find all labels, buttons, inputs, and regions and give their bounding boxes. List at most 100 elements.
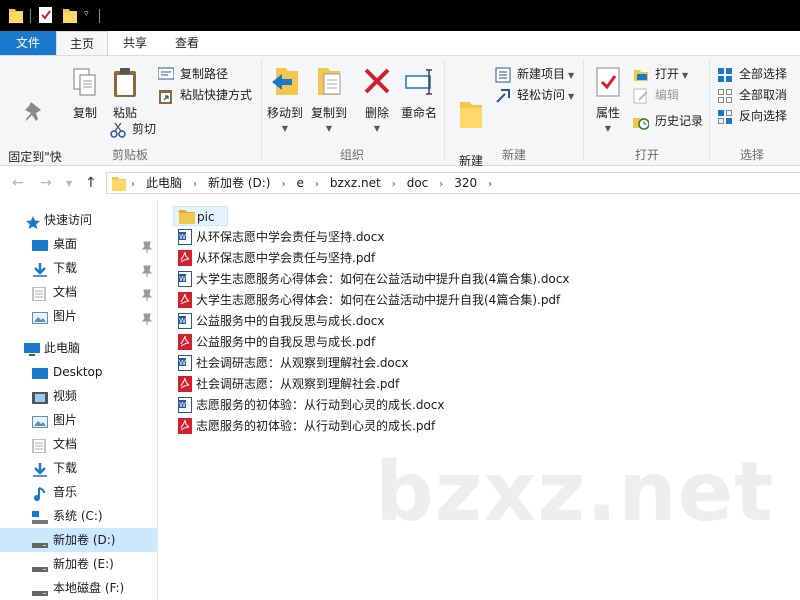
paste-button[interactable]: 粘贴 — [108, 68, 142, 121]
nav-label: 快速访问 — [44, 213, 93, 227]
forward-arrow-icon[interactable]: → — [40, 175, 52, 191]
file-name: 志愿服务的初体验：从行动到心灵的成长.docx — [196, 398, 445, 412]
breadcrumb-item[interactable]: 320 — [454, 173, 477, 193]
properties-icon[interactable] — [39, 7, 53, 26]
separator — [30, 9, 31, 23]
nav-pictures-pc[interactable]: 图片 — [0, 408, 157, 432]
nav-downloads[interactable]: 下载 — [0, 256, 157, 280]
breadcrumb-item[interactable]: e — [296, 173, 303, 193]
invert-selection-button[interactable]: 反向选择 — [717, 106, 787, 126]
copy-to-icon — [308, 66, 350, 102]
select-all-button[interactable]: 全部选择 — [717, 64, 787, 84]
nav-quick-access[interactable]: 快速访问 — [0, 208, 157, 232]
list-item-file[interactable]: W 志愿服务的初体验：从行动到心灵的成长.docx — [173, 395, 444, 415]
list-item-file[interactable]: 从环保志愿中学会责任与坚持.pdf — [173, 248, 375, 268]
copy-button[interactable]: 复制 — [68, 68, 102, 121]
breadcrumb: › 此电脑 › 新加卷 (D:) › e › bzxz.net › doc › 320 › — [131, 173, 503, 193]
breadcrumb-item[interactable]: 新加卷 (D:) — [208, 173, 270, 193]
nav-desktop[interactable]: 桌面 — [0, 232, 157, 256]
chevron-right-icon[interactable]: › — [193, 175, 197, 195]
file-name: pic — [197, 210, 215, 224]
open-button[interactable]: 打开 ▼ — [633, 64, 688, 84]
chevron-right-icon[interactable]: › — [439, 175, 443, 195]
nav-this-pc[interactable]: 此电脑 — [0, 336, 157, 360]
list-item-file[interactable]: W 公益服务中的自我反思与成长.docx — [173, 311, 384, 331]
back-arrow-icon[interactable]: ← — [12, 175, 24, 191]
edit-button[interactable]: 编辑 — [633, 85, 679, 105]
select-none-label: 全部取消 — [739, 88, 788, 102]
nav-label: 图片 — [53, 309, 78, 323]
new-folder-icon[interactable] — [63, 7, 77, 26]
group-label-organize: 组织 — [339, 148, 364, 162]
select-none-button[interactable]: 全部取消 — [717, 85, 787, 105]
group-label-new: 新建 — [501, 148, 526, 162]
file-name: 大学生志愿服务心得体会：如何在公益活动中提升自我(4篇合集).docx — [196, 272, 570, 286]
nav-videos[interactable]: 视频 — [0, 384, 157, 408]
pin-quick-access-button[interactable]: 固定到"快 速访问" — [4, 68, 66, 181]
chevron-right-icon[interactable]: › — [488, 175, 492, 195]
chevron-right-icon[interactable]: › — [281, 175, 285, 195]
history-button[interactable]: 历史记录 — [633, 111, 703, 131]
tab-share[interactable]: 共享 — [110, 31, 160, 56]
breadcrumb-item[interactable]: bzxz.net — [330, 173, 381, 193]
breadcrumb-item[interactable]: doc — [407, 173, 429, 193]
copy-path-button[interactable]: 复制路径 — [157, 64, 228, 84]
group-separator — [261, 60, 262, 160]
svg-text:W: W — [179, 401, 186, 409]
nav-label: 文档 — [53, 437, 78, 451]
delete-label: 删除 — [364, 106, 389, 120]
copy-to-button[interactable]: 复制到 ▼ — [308, 66, 350, 137]
move-to-button[interactable]: 移动到 ▼ — [264, 66, 306, 137]
nav-drive-d[interactable]: 新加卷 (D:) — [0, 528, 157, 552]
nav-pictures[interactable]: 图片 — [0, 304, 157, 328]
svg-text:W: W — [179, 233, 186, 241]
move-to-icon — [264, 66, 306, 102]
chevron-right-icon: › — [131, 179, 135, 190]
nav-label: 桌面 — [53, 237, 78, 251]
chevron-right-icon[interactable]: › — [315, 175, 319, 195]
chevron-down-icon: ▼ — [568, 71, 575, 80]
nav-documents[interactable]: 文档 — [0, 280, 157, 304]
breadcrumb-item[interactable]: 此电脑 — [146, 173, 182, 193]
rename-button[interactable]: 重命名 — [398, 66, 440, 121]
customize-toolbar-icon[interactable]: ▿ — [84, 9, 89, 19]
nav-documents-pc[interactable]: 文档 — [0, 432, 157, 456]
address-bar[interactable]: › 此电脑 › 新加卷 (D:) › e › bzxz.net › doc › 320 › — [106, 172, 800, 194]
nav-label: 本地磁盘 (F:) — [53, 581, 125, 595]
delete-button[interactable]: 删除 ▼ — [360, 66, 394, 137]
tab-home[interactable]: 主页 — [56, 31, 108, 56]
cut-button[interactable]: 剪切 — [110, 119, 156, 139]
list-item-file[interactable]: 大学生志愿服务心得体会：如何在公益活动中提升自我(4篇合集).pdf — [173, 290, 560, 310]
chevron-right-icon[interactable]: › — [392, 175, 396, 195]
nav-drive-e[interactable]: 新加卷 (E:) — [0, 552, 157, 576]
list-item-file[interactable]: 公益服务中的自我反思与成长.pdf — [173, 332, 375, 352]
easy-access-button[interactable]: 轻松访问 ▼ — [495, 85, 574, 105]
paste-shortcut-label: 粘贴快捷方式 — [180, 88, 253, 102]
list-item-folder[interactable]: pic — [173, 206, 228, 226]
nav-drive-c[interactable]: 系统 (C:) — [0, 504, 157, 528]
list-item-file[interactable]: W 大学生志愿服务心得体会：如何在公益活动中提升自我(4篇合集).docx — [173, 269, 569, 289]
list-item-file[interactable]: 社会调研志愿：从观察到理解社会.pdf — [173, 374, 399, 394]
nav-desktop-pc[interactable]: Desktop — [0, 360, 157, 384]
list-item-file[interactable]: W 社会调研志愿：从观察到理解社会.docx — [173, 353, 408, 373]
paste-shortcut-button[interactable]: 粘贴快捷方式 — [158, 85, 252, 105]
list-item-file[interactable]: W 从环保志愿中学会责任与坚持.docx — [173, 227, 384, 247]
list-item-file[interactable]: 志愿服务的初体验：从行动到心灵的成长.pdf — [173, 416, 435, 436]
up-arrow-icon[interactable]: ↑ — [85, 175, 97, 191]
nav-downloads-pc[interactable]: 下载 — [0, 456, 157, 480]
tab-file[interactable]: 文件 — [0, 31, 56, 56]
nav-drive-f[interactable]: 本地磁盘 (F:) — [0, 576, 157, 600]
history-icon — [633, 114, 650, 136]
properties-button[interactable]: 属性 ▼ — [589, 66, 627, 137]
recent-locations-chevron-icon[interactable]: ▼ — [66, 179, 72, 188]
easy-access-icon — [495, 88, 511, 110]
folder-icon — [449, 82, 493, 134]
tab-view[interactable]: 查看 — [162, 31, 212, 56]
new-item-button[interactable]: 新建项目 ▼ — [495, 64, 574, 84]
watermark: bzxz.net — [375, 445, 775, 540]
pin-icon[interactable] — [141, 309, 153, 333]
nav-music[interactable]: 音乐 — [0, 480, 157, 504]
scissors-icon — [110, 122, 126, 144]
group-separator — [709, 60, 710, 160]
chevron-down-icon: ▼ — [568, 92, 575, 101]
